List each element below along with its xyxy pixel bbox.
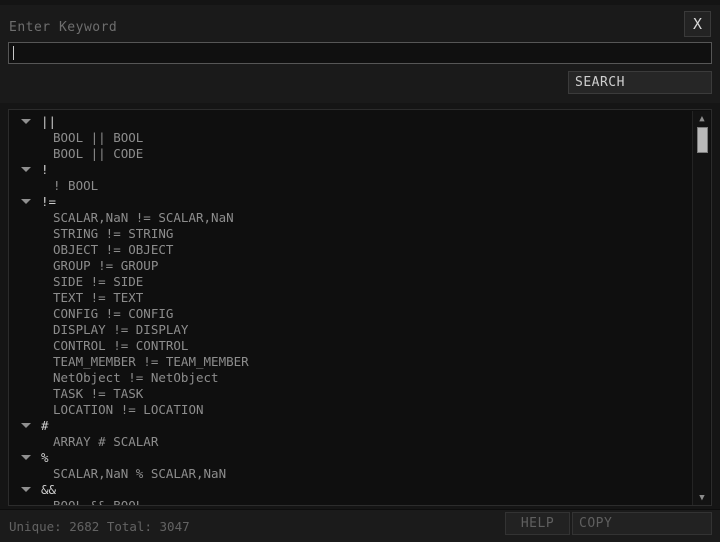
- tree-child-row[interactable]: SCALAR,NaN != SCALAR,NaN: [9, 210, 693, 226]
- search-button[interactable]: SEARCH: [568, 71, 712, 94]
- results-tree[interactable]: || BOOL || BOOL BOOL || CODE!! BOOL != SCALA…: [9, 114, 693, 505]
- tree-child-row[interactable]: BOOL || CODE: [9, 146, 693, 162]
- tree-child-row[interactable]: CONTROL != CONTROL: [9, 338, 693, 354]
- tree-child-row[interactable]: TASK != TASK: [9, 386, 693, 402]
- tree-group-label: ||: [41, 114, 57, 129]
- chevron-down-icon[interactable]: [21, 167, 31, 172]
- tree-group-label: %: [41, 450, 49, 465]
- tree-child-row[interactable]: TEAM_MEMBER != TEAM_MEMBER: [9, 354, 693, 370]
- search-input[interactable]: [8, 42, 712, 64]
- tree-child-row[interactable]: TEXT != TEXT: [9, 290, 693, 306]
- chevron-down-icon[interactable]: [21, 199, 31, 204]
- text-caret: [13, 46, 14, 60]
- copy-button[interactable]: COPY: [572, 512, 712, 535]
- tree-group-row[interactable]: &&: [9, 482, 693, 498]
- close-icon[interactable]: X: [684, 11, 711, 37]
- tree-child-row[interactable]: GROUP != GROUP: [9, 258, 693, 274]
- tree-child-row[interactable]: LOCATION != LOCATION: [9, 402, 693, 418]
- chevron-down-icon[interactable]: [21, 119, 31, 124]
- tree-group-label: &&: [41, 482, 57, 497]
- tree-child-row[interactable]: NetObject != NetObject: [9, 370, 693, 386]
- list-scrollbar[interactable]: ▲ ▼: [692, 111, 710, 505]
- chevron-down-icon[interactable]: [21, 487, 31, 492]
- tree-child-row[interactable]: SCALAR,NaN % SCALAR,NaN: [9, 466, 693, 482]
- chevron-down-icon[interactable]: [21, 423, 31, 428]
- tree-group-row[interactable]: %: [9, 450, 693, 466]
- tree-group-row[interactable]: #: [9, 418, 693, 434]
- keyword-search-window: Enter Keyword X SEARCH || BOOL || BOOL BOO…: [0, 0, 720, 542]
- scrollbar-thumb[interactable]: [697, 127, 708, 153]
- results-list-panel[interactable]: || BOOL || BOOL BOOL || CODE!! BOOL != SCALA…: [8, 109, 712, 506]
- status-counts: Unique: 2682 Total: 3047: [9, 519, 190, 534]
- tree-group-row[interactable]: !: [9, 162, 693, 178]
- tree-child-row[interactable]: ARRAY # SCALAR: [9, 434, 693, 450]
- tree-group-label: !: [41, 162, 49, 177]
- tree-child-row[interactable]: BOOL || BOOL: [9, 130, 693, 146]
- tree-group-label: #: [41, 418, 49, 433]
- tree-child-row[interactable]: BOOL && BOOL: [9, 498, 693, 505]
- page-title: Enter Keyword: [9, 20, 118, 35]
- tree-child-row[interactable]: SIDE != SIDE: [9, 274, 693, 290]
- tree-group-row[interactable]: ||: [9, 114, 693, 130]
- tree-child-row[interactable]: ! BOOL: [9, 178, 693, 194]
- tree-child-row[interactable]: OBJECT != OBJECT: [9, 242, 693, 258]
- help-button[interactable]: HELP: [505, 512, 570, 535]
- tree-child-row[interactable]: DISPLAY != DISPLAY: [9, 322, 693, 338]
- tree-child-row[interactable]: STRING != STRING: [9, 226, 693, 242]
- tree-group-label: !=: [41, 194, 57, 209]
- chevron-down-icon[interactable]: [21, 455, 31, 460]
- tree-child-row[interactable]: CONFIG != CONFIG: [9, 306, 693, 322]
- tree-group-row[interactable]: !=: [9, 194, 693, 210]
- scroll-up-arrow-icon[interactable]: ▲: [696, 114, 708, 124]
- search-header: Enter Keyword X SEARCH: [0, 5, 720, 103]
- scroll-down-arrow-icon[interactable]: ▼: [696, 493, 708, 503]
